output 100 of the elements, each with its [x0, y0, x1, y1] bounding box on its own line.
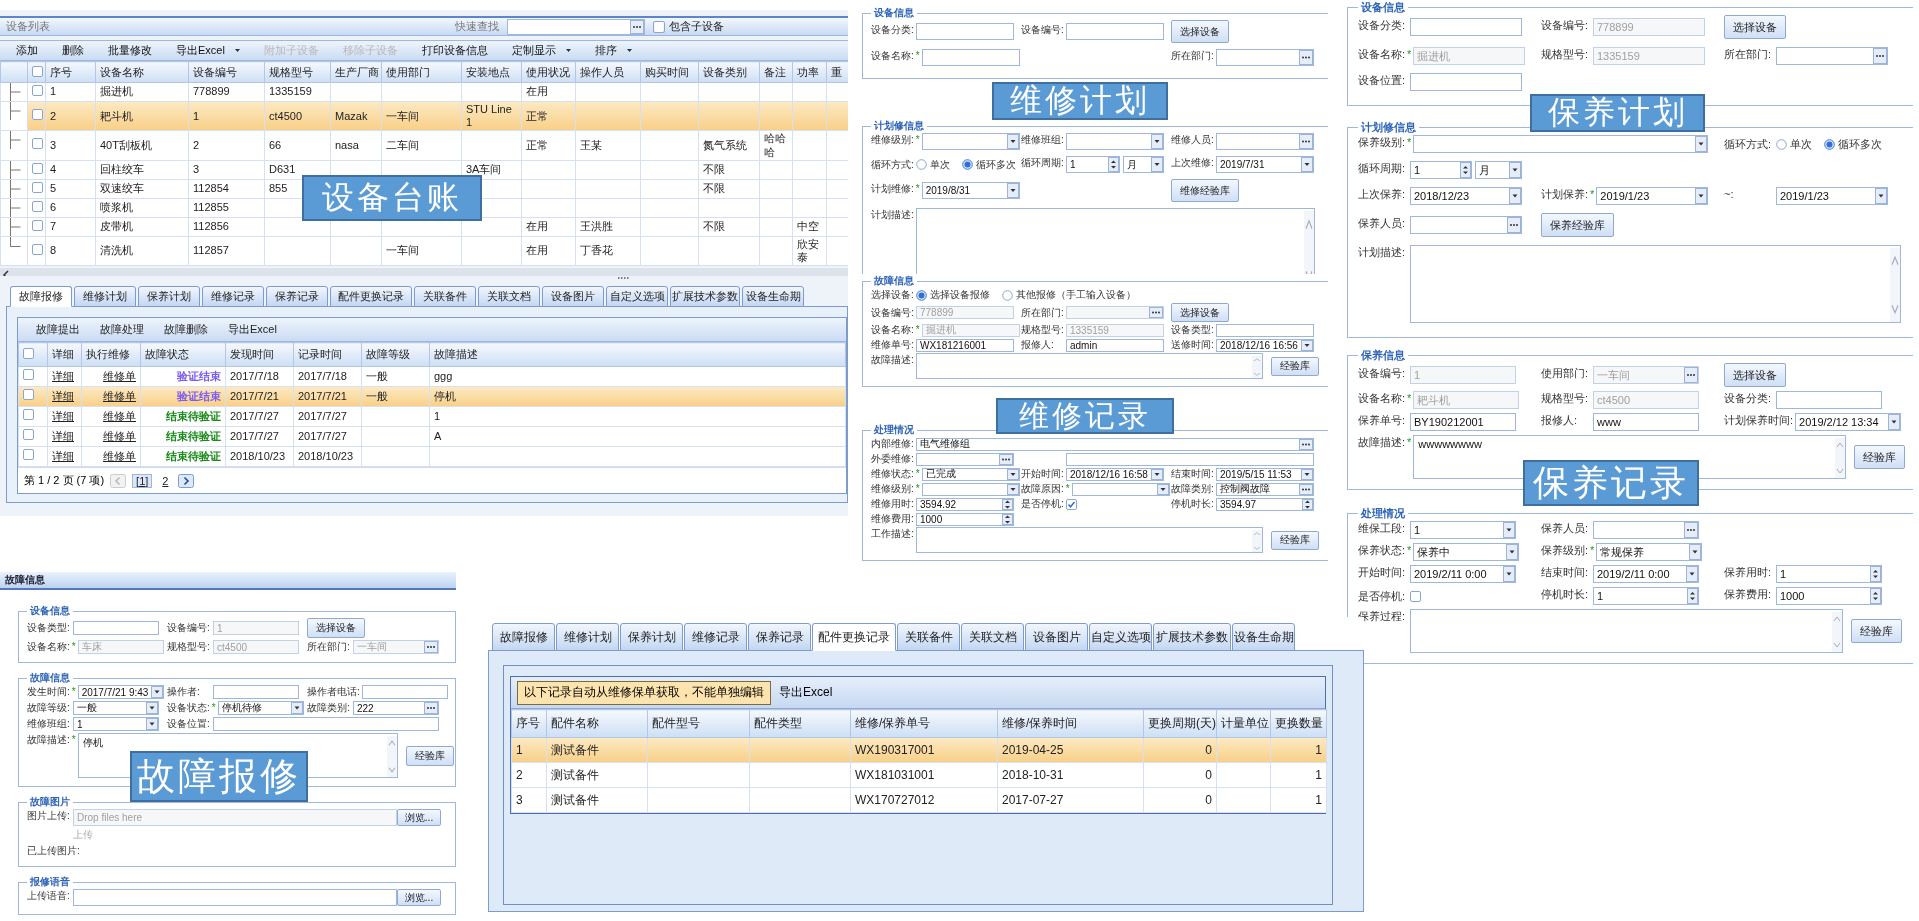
column-header[interactable]: 维修/保养时间: [997, 709, 1144, 738]
input-field[interactable]: WX181216001: [916, 338, 1014, 352]
tab[interactable]: 保养记录: [266, 286, 328, 307]
scroll-arrows-icon[interactable]: [1304, 211, 1314, 274]
tab[interactable]: 关联备件: [414, 286, 476, 307]
browse-button[interactable]: 浏览...: [397, 809, 441, 826]
date-field[interactable]: 2019/2/12 13:34: [1795, 413, 1902, 431]
spinner-icon[interactable]: [1002, 498, 1013, 510]
checkbox[interactable]: [32, 162, 43, 174]
tab[interactable]: 保养计划: [620, 623, 683, 651]
lookup-field[interactable]: [1216, 133, 1314, 150]
radio-button[interactable]: 循环多次: [962, 157, 1016, 172]
checkbox[interactable]: [32, 138, 43, 150]
input-field[interactable]: [1410, 73, 1522, 91]
radio-circle-icon[interactable]: [962, 159, 973, 170]
checkbox[interactable]: [23, 389, 34, 401]
tab[interactable]: 维修计划: [556, 623, 619, 651]
input-field[interactable]: admin: [1066, 338, 1164, 352]
text-area[interactable]: [916, 208, 1315, 274]
number-field[interactable]: 1: [1410, 161, 1472, 179]
scroll-arrows-icon[interactable]: [386, 736, 397, 777]
date-field[interactable]: 2019/8/31: [921, 182, 1020, 199]
spinner-icon[interactable]: [1302, 498, 1313, 510]
tab[interactable]: 设备图片: [1025, 623, 1088, 651]
table-row[interactable]: 详细 维修单 结束待验证 2017/7/27 2017/7/27 1: [18, 406, 846, 427]
input-field[interactable]: [213, 717, 439, 731]
ellipsis-icon[interactable]: [1684, 522, 1698, 538]
lookup-field[interactable]: [1216, 49, 1314, 66]
select-field[interactable]: 保养中: [1413, 543, 1520, 561]
lookup-field[interactable]: [1410, 216, 1522, 234]
action-button[interactable]: 经验库: [1854, 445, 1906, 469]
checkbox[interactable]: [1410, 590, 1421, 602]
column-header[interactable]: 使用状况: [521, 61, 576, 83]
toolbar-button[interactable]: 排序: [582, 43, 644, 58]
tab[interactable]: 故障报修: [492, 623, 555, 651]
select-field[interactable]: 停机待修: [217, 701, 304, 715]
date-field[interactable]: 2018/12/23: [1410, 187, 1522, 205]
spinner-icon[interactable]: [1870, 588, 1881, 604]
select-field[interactable]: 1: [73, 717, 159, 731]
checkbox[interactable]: [23, 449, 34, 461]
number-field[interactable]: 1000: [916, 512, 1014, 526]
radio-circle-icon[interactable]: [1776, 138, 1787, 150]
table-row[interactable]: 3 40T刮板机 2 66 nasa 二车间 正常 王某 氮气系统 哈哈哈: [0, 130, 848, 161]
date-field[interactable]: 2019/2/11 0:00: [1593, 565, 1699, 583]
input-field[interactable]: [1776, 391, 1882, 409]
browse-button[interactable]: 浏览...: [397, 889, 441, 906]
next-page-icon[interactable]: [178, 473, 195, 488]
checkbox[interactable]: [23, 348, 34, 359]
date-field[interactable]: 2019/5/15 11:53: [1216, 467, 1314, 481]
tab[interactable]: 自定义选项: [606, 286, 668, 307]
select-field[interactable]: 月: [1123, 156, 1164, 173]
spinner-icon[interactable]: [1460, 162, 1471, 178]
input-field[interactable]: [1066, 452, 1314, 466]
spinner-icon[interactable]: [1687, 588, 1698, 604]
tab[interactable]: 设备图片: [542, 286, 604, 307]
date-field[interactable]: 2019/1/23: [1776, 187, 1888, 205]
text-area[interactable]: [1410, 609, 1843, 653]
lookup-field[interactable]: 控制阀故障: [1216, 482, 1314, 496]
text-area[interactable]: [916, 353, 1263, 379]
column-header[interactable]: 维修/保养单号: [850, 709, 998, 738]
select-field[interactable]: 1: [1410, 521, 1516, 539]
checkbox[interactable]: [32, 65, 43, 77]
action-button[interactable]: 经验库: [1851, 619, 1902, 643]
tab[interactable]: 配件更换记录: [812, 623, 896, 651]
ellipsis-icon[interactable]: [1873, 48, 1887, 64]
tab[interactable]: 关联备件: [897, 623, 960, 651]
tab[interactable]: 配件更换记录: [330, 286, 412, 307]
column-header[interactable]: 故障描述: [429, 342, 846, 367]
select-field[interactable]: 月: [1475, 161, 1522, 179]
tab[interactable]: 扩展技术参数: [670, 286, 740, 307]
column-header[interactable]: 序号: [45, 61, 96, 83]
number-field[interactable]: 1: [1593, 587, 1699, 605]
toolbar-button[interactable]: 导出Excel: [218, 322, 287, 337]
checkbox[interactable]: [23, 429, 34, 441]
tab[interactable]: 扩展技术参数: [1153, 623, 1231, 651]
table-row[interactable]: 2 测试备件 WX181031001 2018-10-31 0 1: [511, 762, 1327, 788]
ellipsis-icon[interactable]: [630, 19, 644, 34]
toolbar-button[interactable]: 故障提出: [26, 322, 90, 337]
checkbox[interactable]: [32, 181, 43, 193]
tab[interactable]: 维修计划: [74, 286, 136, 307]
page-link[interactable]: [1]: [132, 473, 153, 488]
select-field[interactable]: 已完成: [921, 467, 1020, 481]
radio-button[interactable]: 单次: [916, 157, 950, 172]
radio-button[interactable]: 其他报修（手工输入设备）: [1002, 288, 1136, 302]
column-header[interactable]: 规格型号: [264, 61, 331, 83]
number-field[interactable]: 3594.92: [916, 497, 1014, 511]
select-field[interactable]: [1413, 135, 1709, 153]
column-header[interactable]: 发现时间: [225, 342, 294, 367]
checkbox[interactable]: [1066, 498, 1077, 510]
splitter-grip-icon[interactable]: [617, 276, 631, 280]
tab[interactable]: 维修记录: [684, 623, 747, 651]
date-field[interactable]: 2018/12/16 16:56: [1216, 338, 1314, 352]
table-row[interactable]: 1 测试备件 WX190317001 2019-04-25 0 1: [511, 737, 1327, 763]
toolbar-button[interactable]: 批量修改: [96, 43, 164, 58]
tab[interactable]: 设备生命期: [1232, 623, 1295, 651]
tab[interactable]: 保养记录: [748, 623, 811, 651]
column-header[interactable]: 故障等级: [361, 342, 430, 367]
checkbox[interactable]: [23, 369, 34, 381]
select-field[interactable]: [921, 133, 1020, 150]
select-field[interactable]: [921, 482, 1020, 496]
